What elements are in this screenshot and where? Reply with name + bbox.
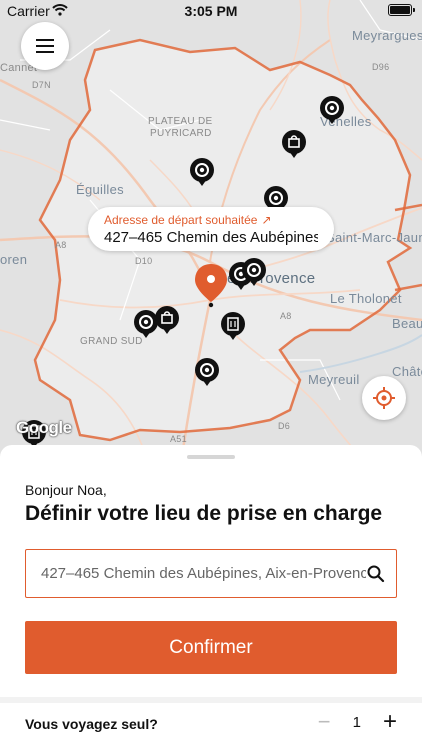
google-attribution: Google: [16, 418, 72, 437]
passenger-stepper: − 1 +: [318, 710, 397, 734]
passenger-count: 1: [352, 713, 361, 731]
pickup-bottom-sheet: Bonjour Noa, Définir votre lieu de prise…: [0, 445, 422, 750]
poi-marker: [220, 311, 246, 341]
poi-marker: [189, 157, 215, 187]
arrow-up-right-icon: ↗: [261, 213, 272, 227]
poi-marker: [319, 95, 345, 125]
section-divider: [0, 697, 422, 703]
callout-address: 427–465 Chemin des Aubépines, Aix-en-Pro…: [104, 229, 318, 246]
greeting-text: Bonjour Noa,: [25, 482, 107, 498]
pickup-address-input[interactable]: 427–465 Chemin des Aubépines, Aix-en-Pro…: [25, 549, 397, 598]
poi-marker: [133, 309, 159, 339]
location-pin-icon[interactable]: [191, 262, 231, 312]
search-icon[interactable]: [366, 564, 386, 584]
increment-passenger-button[interactable]: +: [383, 710, 397, 734]
status-time: 3:05 PM: [184, 3, 238, 19]
locate-crosshair-icon: [373, 387, 395, 409]
battery-icon: [388, 4, 415, 16]
pickup-address-callout[interactable]: Adresse de départ souhaitée ↗ 427–465 Che…: [88, 207, 334, 251]
sheet-title: Définir votre lieu de prise en charge: [25, 502, 383, 525]
poi-marker: [194, 357, 220, 387]
solo-travel-question: Vous voyagez seul?: [25, 716, 158, 732]
pickup-address-value: 427–465 Chemin des Aubépines, Aix-en-Pro…: [41, 565, 366, 582]
poi-marker: [154, 305, 180, 335]
decrement-passenger-button[interactable]: −: [318, 711, 331, 733]
sheet-drag-handle[interactable]: [187, 455, 235, 459]
callout-label: Adresse de départ souhaitée: [104, 213, 258, 227]
hamburger-menu-icon: [36, 39, 54, 41]
menu-button[interactable]: [21, 22, 69, 70]
locate-me-button[interactable]: [362, 376, 406, 420]
poi-marker: [281, 129, 307, 159]
confirm-button[interactable]: Confirmer: [25, 621, 397, 674]
status-bar: Carrier 3:05 PM: [0, 0, 422, 22]
